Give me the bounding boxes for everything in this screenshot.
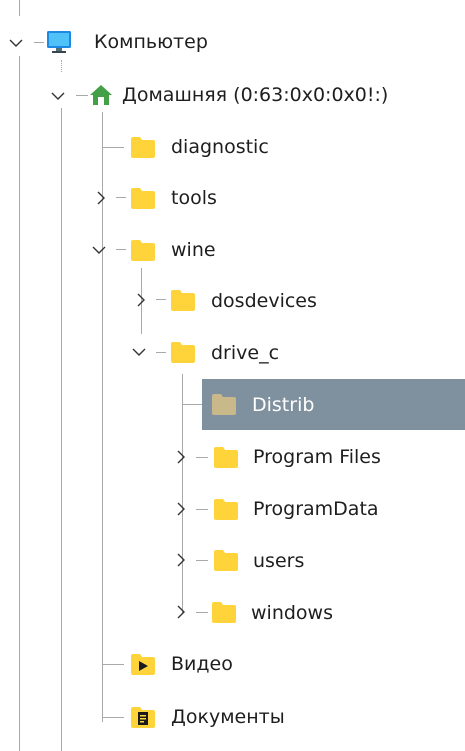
documents-folder-icon: [130, 705, 156, 729]
computer-icon: [46, 30, 72, 54]
tree-item-label: Distrib: [252, 394, 315, 416]
tree-item-label: Документы: [171, 706, 285, 728]
folder-icon: [213, 548, 239, 572]
folder-icon: [211, 392, 237, 416]
tree-item-label: Program Files: [253, 446, 381, 468]
tree-line: [19, 0, 20, 16]
chevron-down-icon[interactable]: [51, 89, 65, 103]
chevron-down-icon[interactable]: [92, 243, 106, 257]
tree-item-label: diagnostic: [171, 136, 269, 158]
selection-highlight: [202, 379, 465, 430]
tree-item-programdata[interactable]: ProgramData: [0, 483, 465, 535]
tree-item-video[interactable]: Видео: [0, 638, 465, 690]
chevron-right-icon[interactable]: [94, 191, 108, 205]
tree-item-drive-c[interactable]: drive_c: [0, 327, 465, 379]
tree-item-label: tools: [171, 187, 217, 209]
tree-item-label: Домашняя (0:63:0x0:0x0!:): [122, 84, 389, 106]
tree-item-diagnostic[interactable]: diagnostic: [0, 121, 465, 173]
video-folder-icon: [130, 652, 156, 676]
tree-item-wine[interactable]: wine: [0, 224, 465, 276]
chevron-right-icon[interactable]: [174, 502, 188, 516]
folder-icon: [211, 600, 237, 624]
chevron-right-icon[interactable]: [174, 605, 188, 619]
tree-item-label: Видео: [171, 653, 233, 675]
tree-item-dosdevices[interactable]: dosdevices: [0, 275, 465, 327]
chevron-down-icon[interactable]: [9, 36, 23, 50]
home-icon: [88, 83, 114, 107]
chevron-down-icon[interactable]: [132, 345, 146, 359]
chevron-right-icon[interactable]: [174, 450, 188, 464]
tree-item-label: ProgramData: [253, 498, 379, 520]
tree-item-computer[interactable]: Компьютер: [0, 16, 465, 68]
folder-icon: [170, 340, 196, 364]
tree-item-tools[interactable]: tools: [0, 172, 465, 224]
tree-item-label: users: [253, 550, 305, 572]
tree-item-users[interactable]: users: [0, 535, 465, 587]
tree-item-home[interactable]: Домашняя (0:63:0x0:0x0!:): [0, 69, 465, 121]
folder-icon: [130, 238, 156, 262]
folder-icon: [130, 135, 156, 159]
tree-item-label: dosdevices: [211, 290, 317, 312]
folder-icon: [130, 186, 156, 210]
tree-item-windows[interactable]: windows: [0, 587, 465, 639]
tree-item-label: wine: [171, 239, 216, 261]
folder-icon: [170, 288, 196, 312]
folder-icon: [213, 497, 239, 521]
tree-item-label: windows: [251, 602, 333, 624]
tree-item-label: drive_c: [211, 342, 280, 364]
tree-item-label: Компьютер: [94, 31, 208, 53]
folder-tree: Компьютер Домашняя (0:63:0x0:0x0!:) diag…: [0, 0, 465, 751]
folder-icon: [213, 445, 239, 469]
tree-item-distrib[interactable]: Distrib: [0, 379, 465, 431]
chevron-right-icon[interactable]: [174, 553, 188, 567]
chevron-right-icon[interactable]: [134, 293, 148, 307]
tree-item-documents[interactable]: Документы: [0, 691, 465, 743]
tree-item-program-files[interactable]: Program Files: [0, 431, 465, 483]
